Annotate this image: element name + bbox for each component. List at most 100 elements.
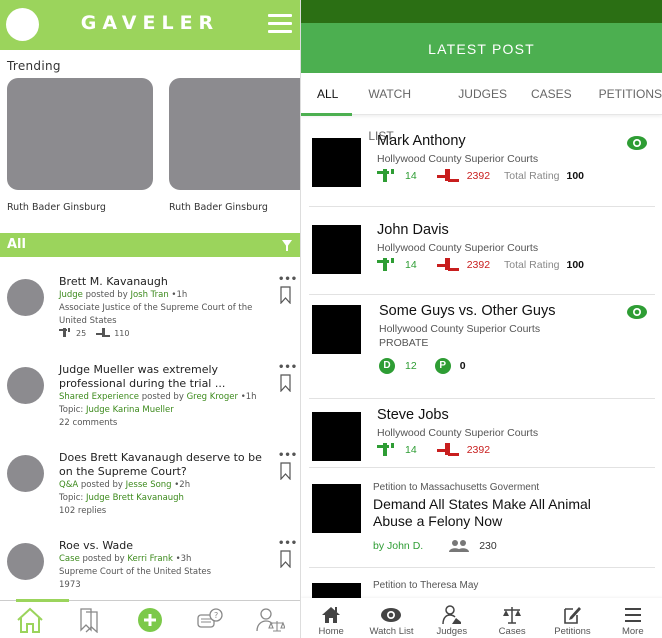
feed-category-link[interactable]: Case: [59, 554, 80, 564]
tab-watch-list[interactable]: WATCH LIST: [338, 73, 436, 143]
nav-home[interactable]: Home: [302, 605, 360, 637]
bookmark-icon[interactable]: [279, 374, 291, 393]
app-header: GAVELER: [0, 0, 300, 50]
nav-home-label: Home: [318, 626, 344, 637]
defendant-count: 12: [405, 360, 417, 372]
tab-judges[interactable]: JUDGES: [436, 73, 507, 115]
total-rating-value: 100: [566, 259, 585, 271]
watch-eye-icon[interactable]: [627, 305, 647, 319]
topic-link[interactable]: Judge Karina Mueller: [86, 405, 174, 415]
tab-bookmarks[interactable]: [75, 605, 105, 635]
petition-author[interactable]: by John D.: [373, 540, 423, 552]
tab-add-post[interactable]: [135, 605, 165, 635]
tab-judges[interactable]: [255, 605, 285, 635]
total-rating-label: Total Rating: [504, 170, 560, 182]
judge-card[interactable]: John Davis Hollywood County Superior Cou…: [309, 207, 655, 295]
petition-icon: [564, 607, 582, 624]
nav-more[interactable]: More: [604, 605, 662, 637]
supporters-icon: [449, 540, 470, 552]
judge-card[interactable]: Mark Anthony Hollywood County Superior C…: [309, 122, 655, 207]
gavel-up-icon: [377, 443, 394, 456]
feed-avatar: [7, 455, 44, 492]
topic-link[interactable]: Judge Brett Kavanaugh: [86, 493, 184, 503]
feed-avatar: [7, 279, 44, 316]
trending-card[interactable]: Ruth Bader Ginsburg: [7, 78, 153, 213]
feed-author-link[interactable]: Kerri Frank: [127, 554, 173, 564]
upvote-count: 14: [405, 170, 417, 182]
latest-post-screen: LATEST POST ALL WATCH LIST JUDGES CASES …: [300, 0, 662, 638]
home-icon: [322, 607, 341, 623]
bookmark-icon[interactable]: [279, 462, 291, 481]
feed-actions: •••: [278, 275, 297, 308]
feed-author-link[interactable]: Greg Kroger: [187, 392, 238, 402]
tab-all[interactable]: ALL: [301, 73, 353, 116]
app-title: GAVELER: [80, 12, 220, 34]
upvote-count: 14: [405, 444, 417, 456]
nav-watch-list[interactable]: Watch List: [362, 605, 420, 637]
plaintiff-badge-icon: P: [434, 358, 451, 374]
judge-card[interactable]: Steve Jobs Hollywood County Superior Cou…: [309, 399, 655, 468]
judge-name: Steve Jobs: [377, 407, 449, 423]
filter-icon[interactable]: [282, 240, 292, 251]
gavel-down-icon: [436, 169, 459, 182]
trending-carousel[interactable]: Ruth Bader Ginsburg Ruth Bader Ginsburg: [0, 78, 300, 213]
bookmark-icon[interactable]: [279, 550, 291, 569]
gavel-up-count: 25: [76, 328, 87, 338]
feed-avatar: [7, 543, 44, 580]
nav-judges[interactable]: Judges: [423, 605, 481, 637]
case-name: Some Guys vs. Other Guys: [379, 303, 556, 319]
feed-list: Brett M. Kavanaugh Judge posted by Josh …: [0, 270, 300, 622]
total-rating-value: 100: [566, 170, 585, 182]
petition-image: [312, 484, 361, 533]
more-options-icon[interactable]: •••: [278, 275, 297, 285]
gavel-up-icon: [377, 169, 394, 182]
topic-label: Topic:: [59, 405, 84, 415]
more-options-icon[interactable]: •••: [278, 363, 297, 373]
feed-item[interactable]: Does Brett Kavanaugh deserve to be on th…: [0, 446, 300, 534]
trending-image: [169, 78, 300, 190]
bookmark-icon[interactable]: [279, 286, 291, 305]
nav-cases[interactable]: Cases: [483, 605, 541, 637]
feed-count[interactable]: 102 replies: [59, 505, 259, 518]
tab-petitions[interactable]: PETITIONS: [572, 73, 662, 115]
trending-card[interactable]: Ruth Bader Ginsburg: [169, 78, 300, 213]
more-options-icon[interactable]: •••: [278, 539, 297, 549]
watch-eye-icon[interactable]: [627, 136, 647, 150]
feed-category-link[interactable]: Shared Experience: [59, 392, 139, 402]
topic-label: Topic:: [59, 493, 84, 503]
case-type: PROBATE: [379, 337, 429, 349]
feed-category-link[interactable]: Q&A: [59, 480, 78, 490]
nav-watch-list-label: Watch List: [369, 626, 414, 637]
feed-year: 1973: [59, 580, 81, 590]
tab-cases[interactable]: CASES: [507, 73, 572, 115]
feed-description: Supreme Court of the United States: [59, 567, 212, 577]
downvote-count: 2392: [466, 170, 491, 182]
case-card[interactable]: Some Guys vs. Other Guys Hollywood Count…: [309, 295, 655, 399]
feed-author-link[interactable]: Josh Tran: [130, 290, 168, 300]
nav-cases-label: Cases: [498, 626, 526, 637]
gavel-down-icon: [436, 258, 459, 271]
add-icon: [138, 607, 162, 632]
petition-title: Demand All States Make All Animal Abuse …: [373, 496, 591, 529]
feed-title: Brett M. Kavanaugh: [59, 275, 168, 288]
judge-icon: [442, 605, 461, 625]
tab-qa[interactable]: ?: [195, 605, 225, 635]
tab-home[interactable]: [15, 605, 45, 635]
more-options-icon[interactable]: •••: [278, 451, 297, 461]
feed-actions: •••: [278, 451, 297, 484]
trending-name: Ruth Bader Ginsburg: [169, 202, 268, 213]
petition-card[interactable]: Petition to Massachusetts Goverment Dema…: [309, 468, 655, 568]
feed-time: 1h: [245, 392, 257, 402]
posted-by-label: posted by: [80, 480, 123, 490]
court-name: Hollywood County Superior Courts: [377, 153, 539, 165]
court-name: Hollywood County Superior Courts: [379, 323, 541, 335]
feed-filter-bar[interactable]: All: [0, 233, 300, 257]
feed-count[interactable]: 22 comments: [59, 417, 259, 430]
hamburger-menu-icon[interactable]: [268, 14, 292, 34]
feed-category-link[interactable]: Judge: [59, 290, 83, 300]
feed-item[interactable]: Brett M. Kavanaugh Judge posted by Josh …: [0, 270, 300, 358]
feed-author-link[interactable]: Jesse Song: [126, 480, 172, 490]
feed-item[interactable]: Judge Mueller was extremely professional…: [0, 358, 300, 446]
nav-petitions[interactable]: Petitions: [543, 605, 601, 637]
gavel-up-icon: [377, 258, 394, 271]
